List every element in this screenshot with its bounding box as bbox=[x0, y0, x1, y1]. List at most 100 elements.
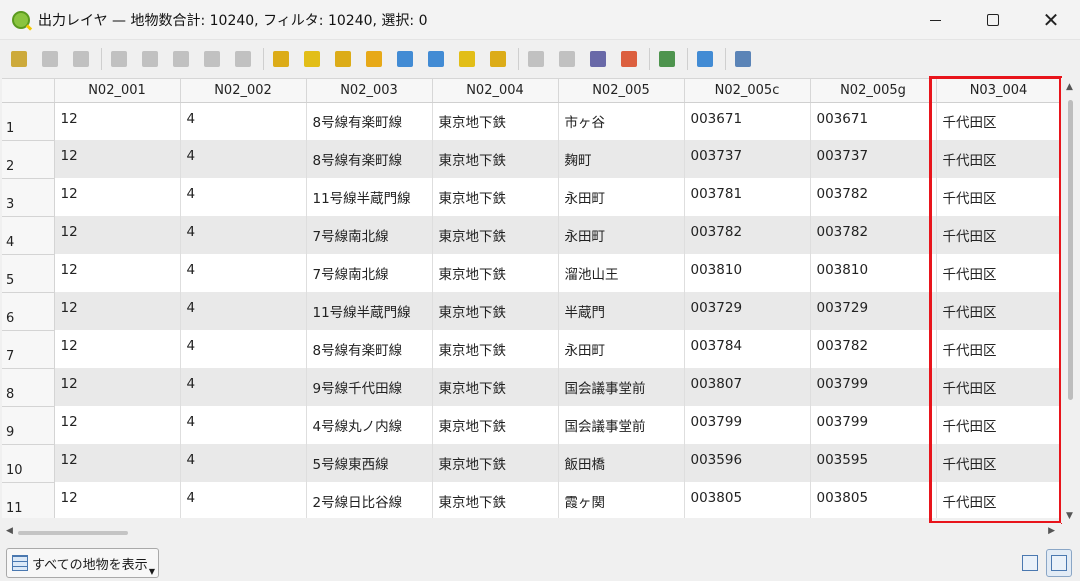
table-cell[interactable]: 東京地下鉄 bbox=[432, 444, 559, 482]
table-cell[interactable]: 千代田区 bbox=[936, 368, 1061, 406]
attribute-table[interactable]: N02_001 N02_002 N02_003 N02_004 N02_005 N02_0… bbox=[2, 78, 1061, 518]
table-cell[interactable]: 003737 bbox=[684, 140, 811, 178]
row-number-header[interactable]: 3 bbox=[2, 177, 55, 217]
table-cell[interactable]: 半蔵門 bbox=[558, 292, 685, 330]
table-cell[interactable]: 4 bbox=[180, 292, 307, 330]
column-header-n02-001[interactable]: N02_001 bbox=[54, 79, 181, 103]
table-row[interactable]: 2 12 4 8号線有楽町線 東京地下鉄 麹町 003737 003737 千代田区 bbox=[2, 139, 1061, 179]
copy-button[interactable] bbox=[201, 48, 223, 70]
column-header-n03-004[interactable]: N03_004 bbox=[936, 79, 1061, 103]
vertical-scrollbar[interactable]: ▲ ▼ bbox=[1061, 78, 1080, 523]
table-row[interactable]: 7 12 4 8号線有楽町線 東京地下鉄 永田町 003784 003782 千代田区 bbox=[2, 329, 1061, 369]
table-cell[interactable]: 003782 bbox=[810, 178, 937, 216]
table-cell[interactable]: 003782 bbox=[684, 216, 811, 254]
table-cell[interactable]: 麹町 bbox=[558, 140, 685, 178]
save-edits-button[interactable] bbox=[70, 48, 92, 70]
move-selection-top-button[interactable] bbox=[425, 48, 447, 70]
table-cell[interactable]: 千代田区 bbox=[936, 254, 1061, 292]
column-header-n02-005[interactable]: N02_005 bbox=[558, 79, 685, 103]
table-cell[interactable]: 永田町 bbox=[558, 178, 685, 216]
delete-field-button[interactable] bbox=[556, 48, 578, 70]
zoom-to-selection-button[interactable] bbox=[487, 48, 509, 70]
table-row[interactable]: 4 12 4 7号線南北線 東京地下鉄 永田町 003782 003782 千代田区 bbox=[2, 215, 1061, 255]
table-cell[interactable]: 5号線東西線 bbox=[306, 444, 433, 482]
table-cell[interactable]: 千代田区 bbox=[936, 292, 1061, 330]
table-cell[interactable]: 千代田区 bbox=[936, 444, 1061, 482]
table-cell[interactable]: 4 bbox=[180, 102, 307, 140]
table-cell[interactable]: 4 bbox=[180, 482, 307, 518]
table-cell[interactable]: 003729 bbox=[684, 292, 811, 330]
table-cell[interactable]: 千代田区 bbox=[936, 178, 1061, 216]
table-cell[interactable]: 東京地下鉄 bbox=[432, 102, 559, 140]
conditional-format-button[interactable] bbox=[618, 48, 640, 70]
table-cell[interactable]: 12 bbox=[54, 368, 181, 406]
table-cell[interactable]: 8号線有楽町線 bbox=[306, 102, 433, 140]
multi-edit-button[interactable] bbox=[39, 48, 61, 70]
table-cell[interactable]: 市ヶ谷 bbox=[558, 102, 685, 140]
table-cell[interactable]: 003799 bbox=[810, 368, 937, 406]
table-cell[interactable]: 12 bbox=[54, 216, 181, 254]
delete-feature-button[interactable] bbox=[139, 48, 161, 70]
scroll-up-arrow-icon[interactable]: ▲ bbox=[1066, 82, 1073, 92]
table-cell[interactable]: 003671 bbox=[810, 102, 937, 140]
row-number-header[interactable]: 1 bbox=[2, 101, 55, 141]
table-cell[interactable]: 8号線有楽町線 bbox=[306, 140, 433, 178]
corner-header[interactable] bbox=[2, 79, 55, 103]
table-cell[interactable]: 11号線半蔵門線 bbox=[306, 178, 433, 216]
new-field-button[interactable] bbox=[525, 48, 547, 70]
table-cell[interactable]: 飯田橋 bbox=[558, 444, 685, 482]
table-cell[interactable]: 7号線南北線 bbox=[306, 254, 433, 292]
actions-button[interactable] bbox=[694, 48, 716, 70]
table-cell[interactable]: 霞ヶ関 bbox=[558, 482, 685, 518]
table-cell[interactable]: 東京地下鉄 bbox=[432, 330, 559, 368]
table-cell[interactable]: 12 bbox=[54, 140, 181, 178]
table-cell[interactable]: 003807 bbox=[684, 368, 811, 406]
deselect-button[interactable] bbox=[363, 48, 385, 70]
table-cell[interactable]: 003729 bbox=[810, 292, 937, 330]
table-cell[interactable]: 4 bbox=[180, 444, 307, 482]
pencil-edit-button[interactable] bbox=[8, 48, 30, 70]
table-cell[interactable]: 003799 bbox=[810, 406, 937, 444]
table-cell[interactable]: 12 bbox=[54, 406, 181, 444]
table-cell[interactable]: 12 bbox=[54, 254, 181, 292]
scroll-right-arrow-icon[interactable]: ▶ bbox=[1048, 526, 1055, 536]
table-cell[interactable]: 東京地下鉄 bbox=[432, 406, 559, 444]
filter-button[interactable] bbox=[394, 48, 416, 70]
table-cell[interactable]: 11号線半蔵門線 bbox=[306, 292, 433, 330]
table-row[interactable]: 8 12 4 9号線千代田線 東京地下鉄 国会議事堂前 003807 003799 千代田区 bbox=[2, 367, 1061, 407]
table-row[interactable]: 9 12 4 4号線丸ノ内線 東京地下鉄 国会議事堂前 003799 003799 千代田区 bbox=[2, 405, 1061, 445]
row-number-header[interactable]: 5 bbox=[2, 253, 55, 293]
column-header-n02-005g[interactable]: N02_005g bbox=[810, 79, 937, 103]
table-row[interactable]: 5 12 4 7号線南北線 東京地下鉄 溜池山王 003810 003810 千代田区 bbox=[2, 253, 1061, 293]
column-header-n02-003[interactable]: N02_003 bbox=[306, 79, 433, 103]
field-calculator-button[interactable] bbox=[587, 48, 609, 70]
dock-toggle-button[interactable] bbox=[656, 48, 678, 70]
row-number-header[interactable]: 9 bbox=[2, 405, 55, 445]
add-feature-button[interactable] bbox=[108, 48, 130, 70]
select-all-button[interactable] bbox=[301, 48, 323, 70]
horizontal-scroll-thumb[interactable] bbox=[18, 531, 128, 535]
form-view-button[interactable] bbox=[1017, 549, 1043, 577]
table-cell[interactable]: 003781 bbox=[684, 178, 811, 216]
table-cell[interactable]: 4 bbox=[180, 254, 307, 292]
table-cell[interactable]: 003805 bbox=[810, 482, 937, 518]
row-number-header[interactable]: 7 bbox=[2, 329, 55, 369]
table-cell[interactable]: 千代田区 bbox=[936, 140, 1061, 178]
horizontal-scrollbar[interactable]: ◀ ▶ bbox=[0, 523, 1061, 541]
scroll-down-arrow-icon[interactable]: ▼ bbox=[1066, 511, 1073, 521]
organize-columns-button[interactable] bbox=[732, 48, 754, 70]
table-cell[interactable]: 4 bbox=[180, 368, 307, 406]
table-cell[interactable]: 東京地下鉄 bbox=[432, 140, 559, 178]
minimize-button[interactable] bbox=[906, 0, 964, 40]
row-number-header[interactable]: 6 bbox=[2, 291, 55, 331]
table-cell[interactable]: 千代田区 bbox=[936, 482, 1061, 518]
table-row[interactable]: 1 12 4 8号線有楽町線 東京地下鉄 市ヶ谷 003671 003671 千代田区 bbox=[2, 101, 1061, 141]
table-cell[interactable]: 003810 bbox=[810, 254, 937, 292]
table-cell[interactable]: 003595 bbox=[810, 444, 937, 482]
maximize-button[interactable] bbox=[964, 0, 1022, 40]
table-cell[interactable]: 千代田区 bbox=[936, 406, 1061, 444]
table-cell[interactable]: 4 bbox=[180, 330, 307, 368]
scroll-left-arrow-icon[interactable]: ◀ bbox=[6, 526, 13, 536]
table-row[interactable]: 11 12 4 2号線日比谷線 東京地下鉄 霞ヶ関 003805 003805 千代田区 bbox=[2, 481, 1061, 518]
table-cell[interactable]: 12 bbox=[54, 292, 181, 330]
